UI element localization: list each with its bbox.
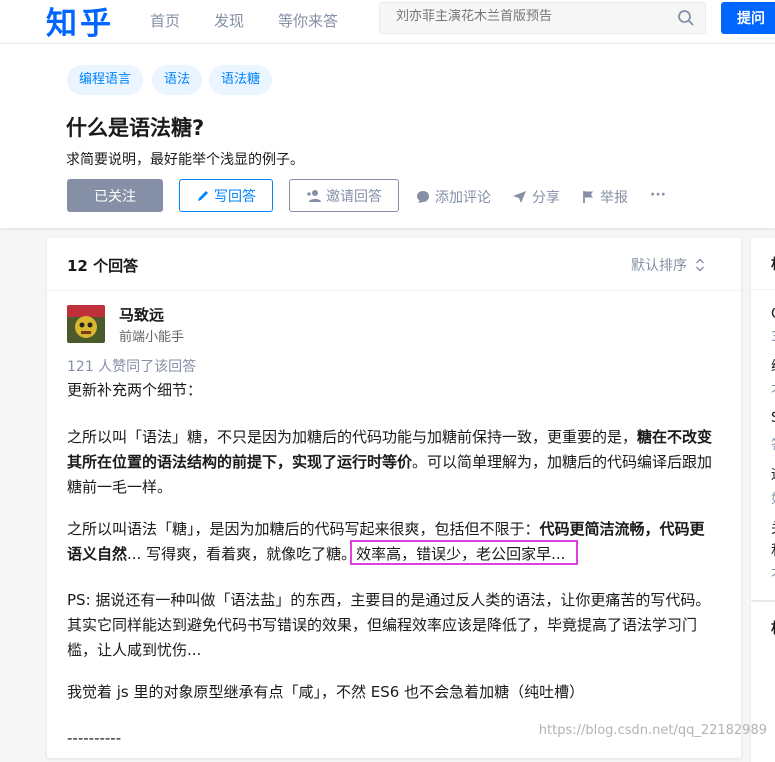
write-answer-label: 写回答 (214, 188, 256, 205)
answers-card: 12 个回答 默认排序 马致远 前端小能手 121 人赞同了该回答 更新补充两个… (47, 238, 741, 758)
pencil-icon (198, 190, 208, 201)
sidebar-frag-6: 答 (771, 434, 775, 453)
more-options-icon[interactable]: ··· (650, 187, 666, 203)
top-navbar: 知乎 首页 发现 等你来答 提问 (0, 0, 775, 44)
sidebar-divider (751, 289, 775, 290)
followed-label: 已关注 (94, 188, 136, 205)
author-avatar[interactable] (67, 305, 105, 343)
sidebar-frag-8: 如 (771, 488, 775, 507)
question-title: 什么是语法糖? (66, 116, 205, 140)
watermark: https://blog.csdn.net/qq_22182989 (538, 723, 767, 738)
answers-header: 12 个回答 默认排序 (47, 238, 741, 291)
answer-paragraph-2: 之所以叫「语法」糖，不只是因为加糖后的代码功能与加糖前保持一致，更重要的是，糖在… (67, 425, 717, 500)
zhihu-logo[interactable]: 知乎 (46, 0, 114, 43)
sort-dropdown[interactable]: 默认排序 (631, 255, 705, 275)
avatar-image (67, 305, 105, 343)
sidebar2-title-fragment: 相 (771, 618, 775, 638)
search-input[interactable] (396, 9, 646, 24)
sidebar-card: 相 C 3 编 不 S 答 运 如 关 和 不 (751, 238, 775, 600)
nav-waiting[interactable]: 等你来答 (278, 10, 338, 31)
sidebar-frag-5[interactable]: S (771, 410, 775, 426)
question-description: 求简要说明，最好能举个浅显的例子。 (66, 152, 304, 168)
sidebar-frag-3[interactable]: 编 (771, 356, 775, 376)
sort-label: 默认排序 (631, 258, 687, 274)
report-action[interactable]: 举报 (582, 187, 628, 207)
report-label: 举报 (600, 190, 628, 206)
sidebar-frag-1[interactable]: C (771, 306, 775, 322)
add-user-icon (307, 189, 321, 202)
author-bio: 前端小能手 (119, 330, 185, 345)
flag-icon (583, 191, 593, 203)
vote-count: 121 人赞同了该回答 (67, 359, 197, 375)
answer-paragraph-1: 更新补充两个细节： (67, 381, 203, 399)
answer-paragraph-5: 我觉着 js 里的对象原型继承有点「咸」，不然 ES6 也不会急着加糖（纯吐槽） (67, 683, 585, 701)
p3-text-a: 之所以叫语法「糖」，是因为加糖后的代码写起来很爽，包括但不限于： (67, 520, 540, 538)
comment-icon (417, 191, 429, 203)
answer-paragraph-4: PS: 据说还有一种叫做「语法盐」的东西，主要目的是通过反人类的语法，让你更痛苦… (67, 591, 711, 659)
sidebar-frag-2: 3 (771, 330, 775, 345)
share-action[interactable]: 分享 (512, 187, 560, 207)
highlight-annotation (350, 540, 578, 565)
sidebar-frag-7[interactable]: 运 (771, 464, 775, 484)
sort-chevrons-icon (696, 258, 704, 272)
nav-home[interactable]: 首页 (150, 10, 180, 31)
invite-label: 邀请回答 (326, 188, 382, 205)
sidebar-frag-11: 不 (771, 564, 775, 583)
tag-syntactic-sugar[interactable]: 语法糖 (209, 65, 273, 95)
write-answer-button[interactable]: 写回答 (179, 179, 273, 212)
invite-button[interactable]: 邀请回答 (289, 179, 399, 212)
answer-count: 12 个回答 (67, 257, 139, 275)
sidebar-frag-10[interactable]: 和 (771, 540, 775, 560)
add-comment-label: 添加评论 (435, 190, 491, 206)
add-comment-action[interactable]: 添加评论 (416, 187, 491, 207)
tag-syntax[interactable]: 语法 (152, 65, 203, 95)
nav-explore[interactable]: 发现 (214, 10, 244, 31)
search-icon[interactable] (677, 9, 695, 27)
sidebar-title-fragment: 相 (771, 254, 775, 274)
sidebar-frag-9[interactable]: 关 (771, 518, 775, 538)
question-header: 编程语言 语法 语法糖 什么是语法糖? 求简要说明，最好能举个浅显的例子。 已关… (0, 44, 775, 228)
author-name[interactable]: 马致远 (119, 304, 164, 325)
sidebar-frag-4: 不 (771, 380, 775, 399)
followed-button[interactable]: 已关注 (67, 179, 163, 212)
ask-button[interactable]: 提问 (721, 2, 775, 34)
p2-text-a: 之所以叫「语法」糖，不只是因为加糖后的代码功能与加糖前保持一致，更重要的是， (67, 428, 638, 446)
tag-programming-language[interactable]: 编程语言 (67, 65, 144, 95)
sidebar-card-2: 相 (751, 602, 775, 762)
search-box (379, 2, 706, 34)
share-label: 分享 (532, 190, 560, 206)
share-icon (513, 191, 526, 203)
